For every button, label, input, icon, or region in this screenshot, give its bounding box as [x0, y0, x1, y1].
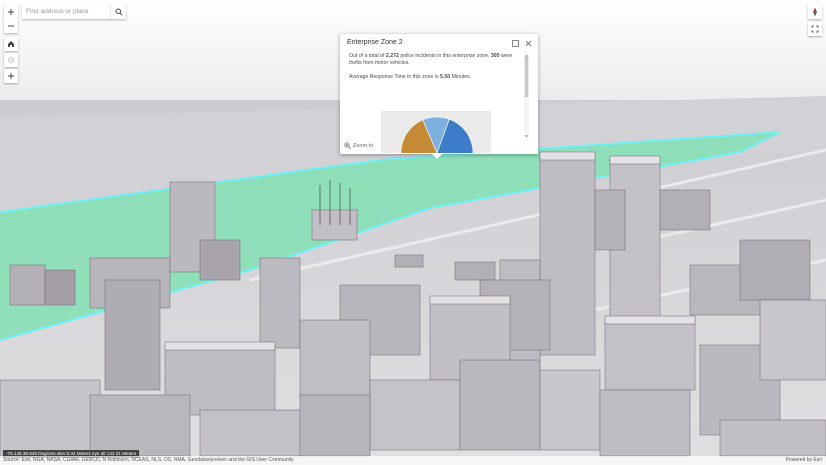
search-button[interactable] — [110, 4, 126, 19]
map-scene-view[interactable]: Enterprise Zone 2 Out of a total of 2,27… — [0, 0, 826, 465]
search-widget — [22, 4, 126, 19]
locate-icon — [8, 57, 14, 63]
search-icon — [115, 8, 123, 16]
minus-icon — [8, 25, 14, 27]
close-icon — [525, 40, 531, 46]
expand-icon — [811, 25, 819, 33]
zoom-to-action[interactable]: Zoom to — [344, 142, 373, 149]
attribution-bar: Source: Esri, NGA, NASA, CGIAR, GEBCO, N… — [0, 456, 826, 465]
close-button[interactable] — [523, 38, 533, 48]
move-icon — [7, 72, 15, 80]
compass-icon — [813, 7, 817, 17]
popup-title: Enterprise Zone 2 — [347, 39, 403, 46]
home-icon — [8, 41, 14, 47]
search-input[interactable] — [22, 4, 110, 19]
zoom-in-icon — [344, 142, 351, 149]
popup-content: Out of a total of 2,272 police incidents… — [349, 53, 521, 153]
total-incidents: 2,272 — [385, 53, 399, 59]
home-button[interactable] — [4, 37, 18, 51]
incident-pie-chart — [381, 111, 491, 153]
pan-tool-button[interactable] — [4, 69, 18, 83]
zoom-out-button[interactable] — [4, 19, 18, 33]
scrollbar-thumb — [524, 57, 529, 97]
zoom-in-button[interactable] — [4, 5, 18, 19]
dock-button[interactable] — [510, 38, 520, 48]
powered-by-esri[interactable]: Powered by Esri — [786, 456, 822, 465]
locate-button[interactable] — [4, 53, 18, 67]
dock-icon — [511, 39, 519, 47]
plus-icon — [8, 9, 14, 15]
theft-count: 305 — [490, 53, 500, 59]
fullscreen-button[interactable] — [808, 22, 822, 36]
attribution-text: Source: Esri, NGA, NASA, CGIAR, GEBCO, N… — [3, 457, 294, 463]
response-time-summary: Average Response Time in this zone is 5.… — [349, 73, 472, 80]
compass-button[interactable] — [808, 5, 822, 19]
popup-scrollbar[interactable] — [524, 54, 529, 138]
feature-popup: Enterprise Zone 2 Out of a total of 2,27… — [340, 34, 538, 159]
zoom-to-label: Zoom to — [353, 142, 374, 149]
incident-summary: Out of a total of 2,272 police incidents… — [349, 53, 513, 67]
response-time-value: 5.50 — [440, 73, 451, 80]
